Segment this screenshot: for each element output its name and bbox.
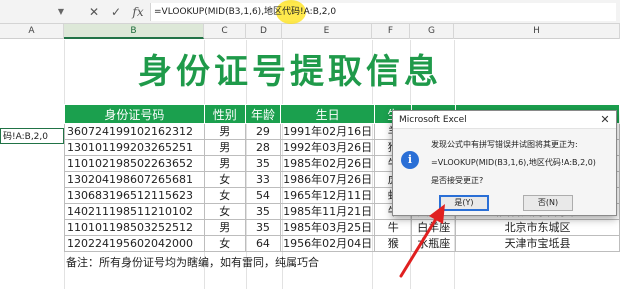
cell-gender[interactable]: 男 <box>203 219 246 236</box>
table-row: 120224195602042000 女 64 1956年02月04日 猴 水瓶… <box>64 235 620 252</box>
enter-icon[interactable]: ✓ <box>106 3 126 21</box>
column-header-c[interactable]: C <box>204 24 246 39</box>
sheet-title: 身份证号提取信息 <box>138 52 442 92</box>
cell-id[interactable]: 120224195602042000 <box>64 235 205 252</box>
active-cell-a[interactable]: 码!A:B,2,0 <box>0 128 64 144</box>
header-id[interactable]: 身份证号码 <box>64 104 205 124</box>
annotation-arrow-icon <box>399 204 445 278</box>
cell-id[interactable]: 140211198511210102 <box>64 203 205 220</box>
cell-birthday[interactable]: 1965年12月11日 <box>280 187 376 204</box>
header-birthday[interactable]: 生日 <box>280 104 376 124</box>
cell-birthday[interactable]: 1985年11月21日 <box>280 203 376 220</box>
header-age[interactable]: 年龄 <box>244 104 282 124</box>
cancel-icon[interactable]: ✕ <box>84 3 104 21</box>
cell-gender[interactable]: 女 <box>203 203 246 220</box>
cell-age[interactable]: 29 <box>244 123 282 140</box>
name-box-dropdown-icon[interactable]: ▼ <box>54 3 68 20</box>
cell-gender[interactable]: 女 <box>203 171 246 188</box>
table-row: 110101198503252512 男 35 1985年03月25日 牛 白羊… <box>64 219 620 236</box>
cell-id[interactable]: 130204198607265681 <box>64 171 205 188</box>
footnote: 备注：所有身份证号均为瞎编，如有雷同，纯属巧合 <box>66 256 319 269</box>
cell-birthday[interactable]: 1985年02月26日 <box>280 155 376 172</box>
cell-age[interactable]: 54 <box>244 187 282 204</box>
cell-age[interactable]: 35 <box>244 155 282 172</box>
formula-text: =VLOOKUP(MID(B3,1,6),地区代码!A:B,2,0 <box>154 7 337 17</box>
cell-age[interactable]: 35 <box>244 203 282 220</box>
no-button[interactable]: 否(N) <box>523 195 573 211</box>
cell-birthday[interactable]: 1956年02月04日 <box>280 235 376 252</box>
dialog-message: 发现公式中有拼写错误并试图将其更正为: <box>431 140 578 149</box>
cell-id[interactable]: 110101198503252512 <box>64 219 205 236</box>
cell-id[interactable]: 130101199203265251 <box>64 139 205 156</box>
column-header-a[interactable]: A <box>0 24 64 39</box>
dialog-title: Microsoft Excel <box>399 115 467 125</box>
cell-age[interactable]: 35 <box>244 219 282 236</box>
cell-birthday[interactable]: 1985年03月25日 <box>280 219 376 236</box>
cell-birthday[interactable]: 1991年02月16日 <box>280 123 376 140</box>
cell-region[interactable]: 天津市宝坻县 <box>455 235 620 252</box>
dialog-titlebar[interactable]: Microsoft Excel ✕ <box>393 111 616 129</box>
insert-function-icon[interactable]: fx <box>128 3 148 21</box>
column-header-f[interactable]: F <box>372 24 410 39</box>
cell-birthday[interactable]: 1992年03月26日 <box>280 139 376 156</box>
column-header-e[interactable]: E <box>282 24 372 39</box>
column-header-h[interactable]: H <box>454 24 620 39</box>
cell-age[interactable]: 28 <box>244 139 282 156</box>
column-header-b[interactable]: B <box>64 24 204 39</box>
cell-gender[interactable]: 女 <box>203 235 246 252</box>
cell-gender[interactable]: 女 <box>203 187 246 204</box>
cell-gender[interactable]: 男 <box>203 155 246 172</box>
cell-id[interactable]: 360724199102162312 <box>64 123 205 140</box>
dialog-question: 是否接受更正? <box>431 176 484 185</box>
cell-age[interactable]: 33 <box>244 171 282 188</box>
column-header-d[interactable]: D <box>246 24 282 39</box>
cell-id[interactable]: 130683196512115623 <box>64 187 205 204</box>
cell-region[interactable]: 北京市东城区 <box>455 219 620 236</box>
column-header-g[interactable]: G <box>410 24 454 39</box>
header-gender[interactable]: 性别 <box>203 104 246 124</box>
column-headers: A B C D E F G H <box>0 24 620 39</box>
cell-gender[interactable]: 男 <box>203 123 246 140</box>
cell-gender[interactable]: 男 <box>203 139 246 156</box>
info-icon: i <box>401 151 419 169</box>
cell-id[interactable]: 110102198502263652 <box>64 155 205 172</box>
dialog-suggested-formula: =VLOOKUP(MID(B3,1,6),地区代码!A:B,2,0) <box>431 158 596 167</box>
cell-birthday[interactable]: 1986年07月26日 <box>280 171 376 188</box>
cell-age[interactable]: 64 <box>244 235 282 252</box>
close-icon[interactable]: ✕ <box>596 111 614 129</box>
